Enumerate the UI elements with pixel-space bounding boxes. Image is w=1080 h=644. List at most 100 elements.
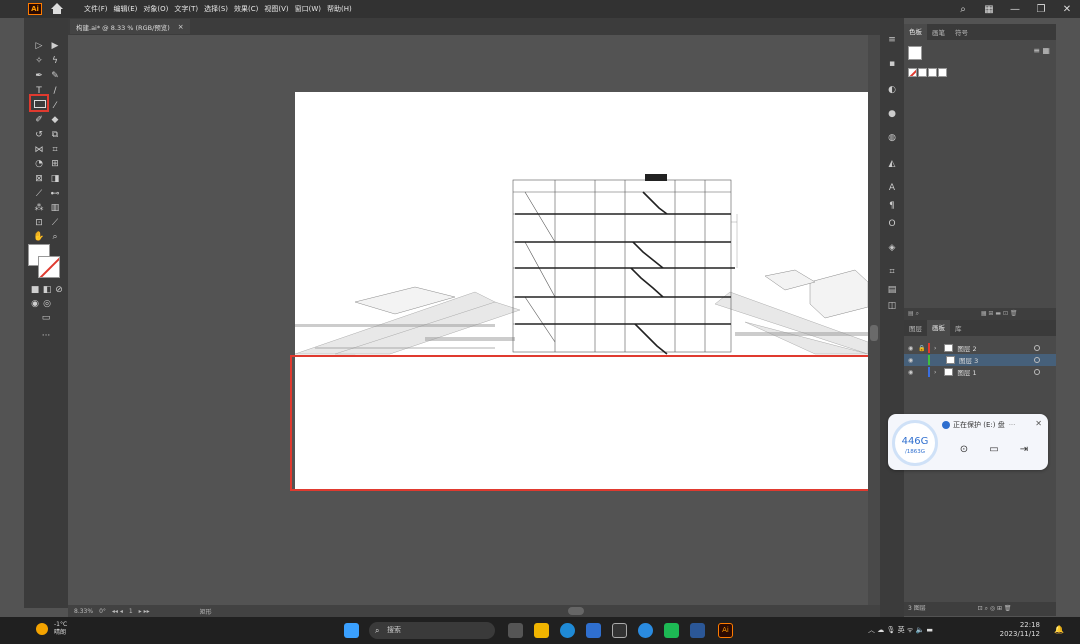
- ime-indicator[interactable]: 英: [898, 626, 905, 634]
- illustrator-taskbar-icon[interactable]: Ai: [718, 623, 733, 638]
- swatch-library-icon[interactable]: ▤ ⌕: [908, 310, 919, 317]
- panel-fill-swatch[interactable]: [908, 46, 922, 60]
- menu-edit[interactable]: 编辑(E): [114, 4, 138, 14]
- scale-tool-icon[interactable]: ⧉: [48, 129, 62, 141]
- column-graph-tool-icon[interactable]: ▥: [48, 202, 62, 214]
- target-circle-icon[interactable]: [1034, 369, 1040, 375]
- layer-actions-icon[interactable]: ⊡ ⌕ ◎ ⊞ 🗑: [978, 605, 1012, 612]
- character-panel-icon[interactable]: A: [886, 182, 898, 194]
- width-tool-icon[interactable]: ⋈: [32, 144, 46, 156]
- rotate-tool-icon[interactable]: ↺: [32, 129, 46, 141]
- folder-icon[interactable]: ▭: [986, 442, 1002, 458]
- swatch-view-icon[interactable]: ≡ ▦: [1033, 46, 1050, 55]
- none-mode-icon[interactable]: ⊘: [52, 284, 66, 296]
- mail-icon[interactable]: [664, 623, 679, 638]
- blend-tool-icon[interactable]: ⊷: [48, 188, 62, 200]
- curvature-tool-icon[interactable]: ✎: [48, 70, 62, 82]
- target-circle-icon[interactable]: [1034, 357, 1040, 363]
- menu-select[interactable]: 选择(S): [204, 4, 228, 14]
- rotation-value[interactable]: 0°: [99, 608, 106, 615]
- line-tool-icon[interactable]: /: [48, 85, 62, 97]
- layer-row[interactable]: ◉ › 图层 1: [904, 366, 1056, 378]
- menu-object[interactable]: 对象(O): [143, 4, 168, 14]
- battery-icon[interactable]: ▬: [926, 626, 933, 634]
- lasso-tool-icon[interactable]: ϟ: [48, 55, 62, 67]
- document-tab[interactable]: 构建.ai* @ 8.33 % (RGB/预览) ×: [70, 19, 190, 34]
- artboard-nav-next-icon[interactable]: ▸ ▸▸: [139, 608, 150, 615]
- direct-selection-tool-icon[interactable]: ▶: [48, 40, 62, 52]
- expand-chevron-icon[interactable]: ›: [934, 369, 936, 376]
- layer-name[interactable]: 图层 1: [957, 367, 976, 377]
- shaper-tool-icon[interactable]: ✐: [32, 114, 46, 126]
- minimize-button[interactable]: —: [1002, 4, 1028, 15]
- stroke-panel-icon[interactable]: ●: [886, 108, 898, 120]
- menu-help[interactable]: 帮助(H): [327, 4, 352, 14]
- pen-tool-icon[interactable]: ✒: [32, 70, 46, 82]
- menu-type[interactable]: 文字(T): [174, 4, 198, 14]
- comments-panel-icon[interactable]: ▪: [886, 58, 898, 70]
- notification-bell-icon[interactable]: 🔔: [1054, 625, 1064, 634]
- close-button[interactable]: ✕: [1054, 4, 1080, 15]
- graphic-styles-panel-icon[interactable]: ◭: [886, 158, 898, 170]
- layer-name[interactable]: 图层 2: [957, 343, 976, 353]
- vertical-scrollbar[interactable]: [868, 35, 880, 605]
- properties-panel-icon[interactable]: ≡: [886, 34, 898, 46]
- scan-icon[interactable]: ⊙: [956, 442, 972, 458]
- eyedropper-tool-icon[interactable]: ⟋: [32, 188, 46, 200]
- taskbar-search[interactable]: ⌕ 搜索: [369, 622, 495, 639]
- swatch-registration[interactable]: [918, 68, 927, 77]
- hand-tool-icon[interactable]: ✋: [32, 231, 46, 243]
- visibility-eye-icon[interactable]: ◉: [908, 345, 918, 352]
- menu-file[interactable]: 文件(F): [84, 4, 108, 14]
- home-icon[interactable]: [50, 3, 64, 15]
- visibility-eye-icon[interactable]: ◉: [908, 357, 918, 364]
- mic-icon[interactable]: 🎙: [886, 626, 895, 634]
- tab-symbols[interactable]: 符号: [950, 27, 973, 37]
- edge-browser-icon[interactable]: [560, 623, 575, 638]
- menu-effect[interactable]: 效果(C): [234, 4, 258, 14]
- tab-libraries[interactable]: 库: [950, 323, 967, 333]
- artboard-nav-prev-icon[interactable]: ◂◂ ◂: [112, 608, 123, 615]
- close-icon[interactable]: ✕: [1035, 419, 1042, 428]
- horizontal-scroll-thumb[interactable]: [568, 607, 584, 615]
- eraser-tool-icon[interactable]: ◆: [48, 114, 62, 126]
- transparency-panel-icon[interactable]: ◈: [886, 242, 898, 254]
- search-icon[interactable]: ⌕: [950, 4, 976, 15]
- scroll-thumb[interactable]: [870, 325, 878, 341]
- menu-view[interactable]: 视图(V): [264, 4, 288, 14]
- transform-panel-icon[interactable]: ⌗: [886, 266, 898, 278]
- target-circle-icon[interactable]: [1034, 345, 1040, 351]
- paragraph-panel-icon[interactable]: ¶: [886, 200, 898, 212]
- draw-behind-icon[interactable]: ◎: [40, 298, 54, 310]
- canvas-area[interactable]: [68, 35, 880, 605]
- menu-window[interactable]: 窗口(W): [295, 4, 321, 14]
- tab-layers-props[interactable]: 图层: [904, 323, 927, 333]
- screen-mode-icon[interactable]: ▭: [39, 312, 53, 324]
- slice-tool-icon[interactable]: ⟋: [48, 217, 62, 229]
- visibility-eye-icon[interactable]: ◉: [908, 369, 918, 376]
- selected-rectangle[interactable]: [290, 355, 870, 491]
- type-tool-icon[interactable]: T: [32, 85, 46, 97]
- app-icon[interactable]: [612, 623, 627, 638]
- magic-wand-tool-icon[interactable]: ✧: [32, 55, 46, 67]
- gradient-tool-icon[interactable]: ◨: [48, 173, 62, 185]
- clock[interactable]: 22:18 2023/11/12: [1000, 621, 1040, 639]
- tray-chevron-icon[interactable]: ︿: [868, 626, 875, 634]
- restore-button[interactable]: ❐: [1028, 4, 1054, 15]
- store-icon[interactable]: [586, 623, 601, 638]
- align-panel-icon[interactable]: ▤: [886, 284, 898, 296]
- expand-chevron-icon[interactable]: ›: [934, 345, 936, 352]
- shape-builder-tool-icon[interactable]: ◔: [32, 158, 46, 170]
- tab-swatches[interactable]: 色板: [904, 24, 927, 40]
- arrange-documents-icon[interactable]: ▦: [976, 4, 1002, 15]
- word-icon[interactable]: [690, 623, 705, 638]
- wifi-icon[interactable]: ᯤ: [907, 626, 913, 634]
- swatch-none[interactable]: [908, 68, 917, 77]
- volume-icon[interactable]: 🔈: [915, 626, 924, 634]
- layer-row[interactable]: ◉ 🔒 › 图层 2: [904, 342, 1056, 354]
- document-tab-close-icon[interactable]: ×: [178, 23, 184, 31]
- cloud-icon[interactable]: ☁: [877, 626, 884, 634]
- swatch-actions-icon[interactable]: ▦ ⊞ ▬ ⊡ 🗑: [981, 310, 1018, 317]
- file-explorer-icon[interactable]: [534, 623, 549, 638]
- pathfinder-panel-icon[interactable]: ◫: [886, 300, 898, 312]
